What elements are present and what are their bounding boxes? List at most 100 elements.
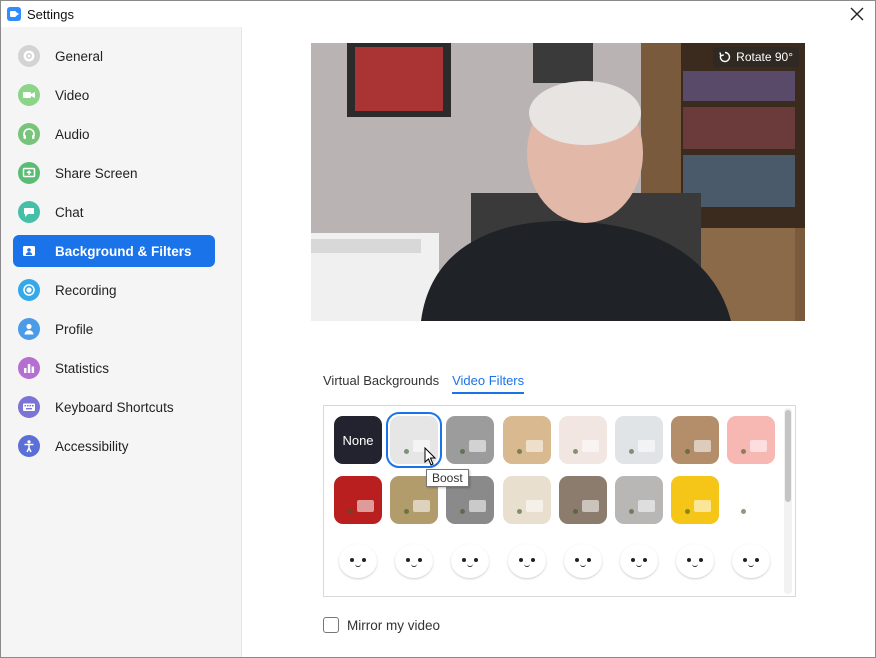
filter-thumbnail[interactable] xyxy=(334,476,382,524)
filter-thumbnail[interactable] xyxy=(558,476,607,524)
sidebar-item-label: Statistics xyxy=(55,360,110,376)
sticker-eye xyxy=(743,558,748,562)
filter-preview-shape xyxy=(629,509,634,514)
sidebar-item-label: Recording xyxy=(55,282,117,298)
filter-thumbnail[interactable] xyxy=(558,536,607,584)
zoom-app-icon xyxy=(7,7,21,21)
sidebar-item-label: Chat xyxy=(55,204,84,220)
filter-preview-shape xyxy=(572,449,578,454)
filter-preview-shape xyxy=(581,500,599,512)
filter-preview-shape xyxy=(460,449,466,454)
sidebar-item-general[interactable]: General xyxy=(13,40,215,72)
mirror-video-option[interactable]: Mirror my video xyxy=(323,617,440,633)
filter-thumbnail[interactable] xyxy=(502,416,551,464)
sidebar-item-label: Background & Filters xyxy=(55,243,192,259)
filter-thumbnail[interactable] xyxy=(334,536,382,584)
sidebar-item-label: Accessibility xyxy=(55,438,129,454)
sidebar-item-label: Share Screen xyxy=(55,165,138,181)
sticker-mouth xyxy=(748,564,755,567)
sticker-face-icon xyxy=(732,544,771,578)
background-tabs: Virtual Backgrounds Video Filters xyxy=(323,373,537,394)
sticker-mouth xyxy=(355,564,361,567)
filter-thumbnail[interactable] xyxy=(502,536,551,584)
sidebar-item-statistics[interactable]: Statistics xyxy=(13,352,215,384)
sticker-eye xyxy=(530,558,535,562)
sticker-eye xyxy=(518,558,523,562)
sticker-eye xyxy=(755,558,760,562)
filter-preview-shape xyxy=(469,440,487,452)
mirror-video-checkbox[interactable] xyxy=(323,617,339,633)
filter-thumbnail[interactable] xyxy=(390,536,439,584)
sidebar-item-chat[interactable]: Chat xyxy=(13,196,215,228)
filter-thumbnail[interactable] xyxy=(727,536,776,584)
filter-thumbnail[interactable] xyxy=(615,536,663,584)
filter-thumbnail[interactable] xyxy=(446,416,495,464)
filter-preview-shape xyxy=(581,440,599,452)
sticker-face-icon xyxy=(563,544,602,578)
mirror-video-label: Mirror my video xyxy=(347,617,441,633)
sticker-eye xyxy=(474,558,479,562)
filter-preview-shape xyxy=(525,440,543,452)
filter-thumbnail[interactable] xyxy=(727,416,776,464)
filter-thumbnail[interactable] xyxy=(558,416,607,464)
chat-bubble-icon xyxy=(18,201,40,223)
title-bar: Settings xyxy=(1,1,875,27)
rotate-90-button[interactable]: Rotate 90° xyxy=(713,47,799,67)
filter-thumbnail[interactable] xyxy=(671,416,720,464)
filter-preview-shape xyxy=(404,509,410,514)
window-title: Settings xyxy=(27,6,74,22)
filter-thumbnail[interactable] xyxy=(502,476,551,524)
sticker-mouth xyxy=(692,564,699,567)
sticker-face-icon xyxy=(676,544,715,578)
filter-thumbnail[interactable] xyxy=(615,476,663,524)
sticker-face-icon xyxy=(507,544,546,578)
sticker-mouth xyxy=(411,564,418,567)
video-filters-grid: None xyxy=(323,405,796,597)
filter-thumbnail[interactable] xyxy=(446,536,495,584)
filter-tooltip: Boost xyxy=(426,469,469,487)
sticker-eye xyxy=(586,558,591,562)
sidebar-item-accessibility[interactable]: Accessibility xyxy=(13,430,215,462)
gear-icon xyxy=(18,45,40,67)
close-button[interactable] xyxy=(847,4,867,24)
filter-preview-shape xyxy=(572,509,578,514)
sticker-eye xyxy=(643,558,647,562)
record-icon xyxy=(18,279,40,301)
background-filters-panel: Rotate 90° Virtual Backgrounds Video Fil… xyxy=(243,27,875,657)
sidebar-item-audio[interactable]: Audio xyxy=(13,118,215,150)
headphones-icon xyxy=(18,123,40,145)
sticker-eye xyxy=(406,558,411,562)
sidebar-item-keyboard-shortcuts[interactable]: Keyboard Shortcuts xyxy=(13,391,215,423)
filter-preview-shape xyxy=(741,509,747,514)
sticker-face-icon xyxy=(395,544,434,578)
filter-none-button[interactable]: None xyxy=(334,416,382,464)
filter-preview-shape xyxy=(348,509,353,514)
background-person-icon xyxy=(18,240,40,262)
sidebar-item-label: General xyxy=(55,48,104,64)
sticker-eye xyxy=(418,558,423,562)
filter-preview-shape xyxy=(694,440,712,452)
sticker-eye xyxy=(699,558,704,562)
tab-video-filters[interactable]: Video Filters xyxy=(452,373,525,394)
filter-preview-shape xyxy=(525,500,543,512)
sidebar-item-recording[interactable]: Recording xyxy=(13,274,215,306)
scrollbar-thumb[interactable] xyxy=(785,410,791,502)
filter-preview-shape xyxy=(685,509,691,514)
filter-thumbnail[interactable] xyxy=(727,476,776,524)
sidebar-item-label: Keyboard Shortcuts xyxy=(55,399,174,415)
filter-preview-shape xyxy=(516,509,522,514)
filter-preview-shape xyxy=(404,449,410,454)
filter-thumbnail[interactable] xyxy=(615,416,663,464)
sidebar-item-profile[interactable]: Profile xyxy=(13,313,215,345)
filter-thumbnail[interactable] xyxy=(671,536,720,584)
filter-preview-shape xyxy=(750,440,768,452)
sidebar-item-video[interactable]: Video xyxy=(13,79,215,111)
tab-virtual-backgrounds[interactable]: Virtual Backgrounds xyxy=(323,373,439,394)
sticker-face-icon xyxy=(620,544,658,578)
filter-preview-shape xyxy=(469,500,487,512)
sidebar-item-background-filters[interactable]: Background & Filters xyxy=(13,235,215,267)
sticker-mouth xyxy=(579,564,586,567)
filter-preview-shape xyxy=(638,440,655,452)
sidebar-item-share-screen[interactable]: Share Screen xyxy=(13,157,215,189)
filter-thumbnail[interactable] xyxy=(671,476,720,524)
